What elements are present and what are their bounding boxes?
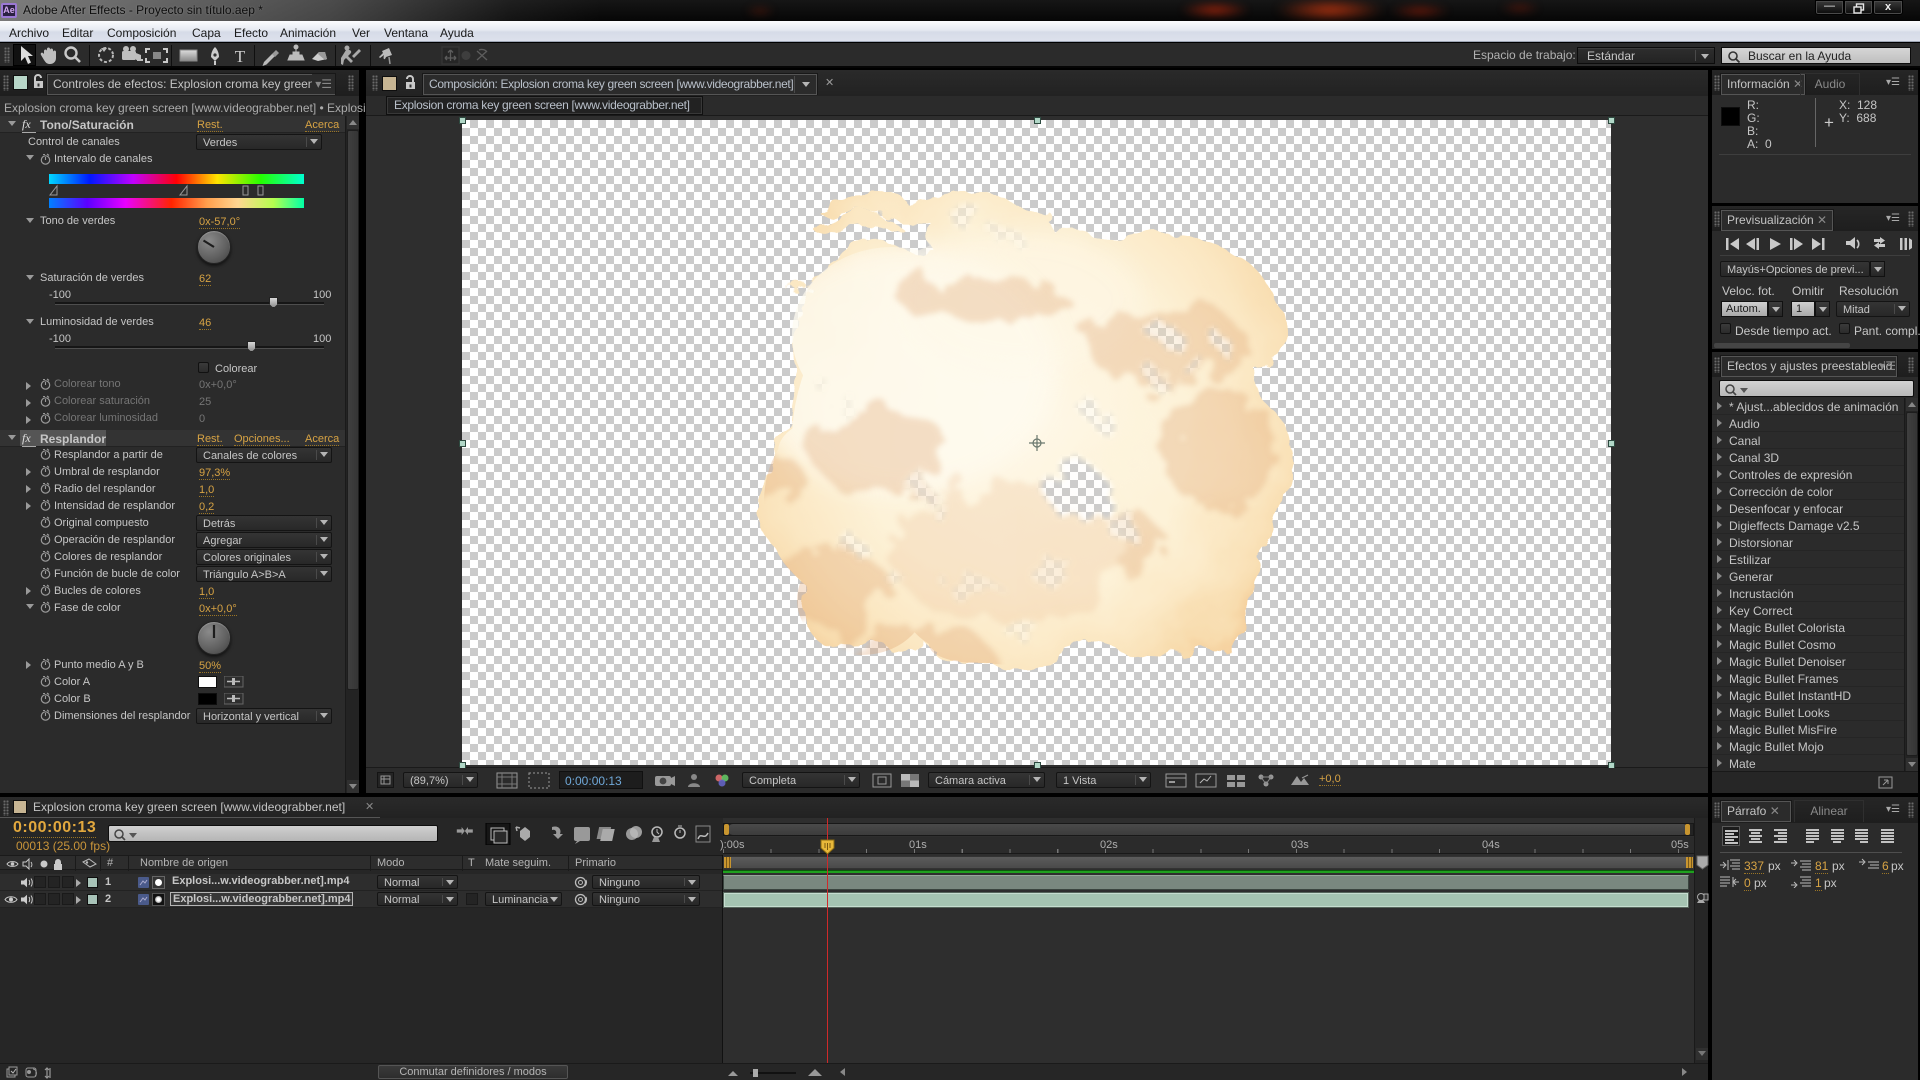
svg-text:T: T: [235, 47, 246, 66]
